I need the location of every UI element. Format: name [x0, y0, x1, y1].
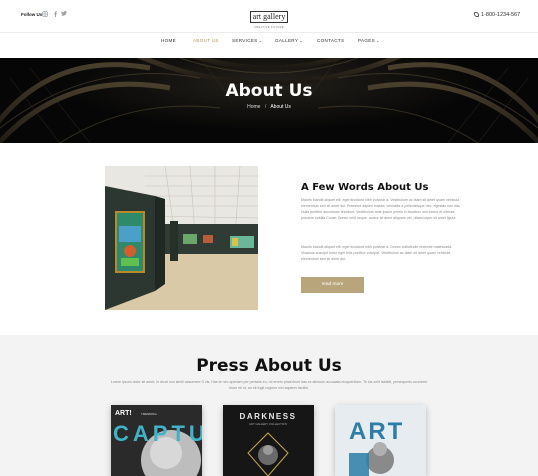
breadcrumb: Home / About Us — [0, 104, 538, 110]
phone-number[interactable]: 1-800-1234-567 — [474, 12, 520, 18]
cover-2-sub-label: ART GALLERY COLLECTION — [249, 422, 287, 426]
cover-1-big-text: CAPTUR — [113, 421, 202, 446]
nav-contacts[interactable]: CONTACTS — [317, 38, 344, 43]
breadcrumb-current: About Us — [270, 104, 291, 110]
section-title: A Few Words About Us — [301, 182, 429, 193]
press-title: Press About Us — [196, 356, 342, 376]
chevron-down-icon: ⌄ — [299, 38, 303, 43]
magazine-cover-2[interactable]: DARKNESS ART GALLERY COLLECTION — [223, 405, 314, 476]
nav-gallery[interactable]: GALLERY⌄ — [275, 38, 303, 43]
about-paragraph-1: Mauris blandit aliquet elit, eget tincid… — [301, 198, 461, 220]
instagram-icon[interactable] — [42, 11, 48, 19]
site-logo[interactable]: art gallery CREATIVE FUTURE — [249, 6, 289, 29]
page-title: About Us — [225, 81, 313, 101]
breadcrumb-separator: / — [264, 104, 267, 110]
cover-1-side-label: TRENDING — [141, 412, 157, 416]
chevron-down-icon: ⌄ — [258, 38, 263, 43]
magazine-cover-3[interactable]: ART — [335, 405, 426, 476]
nav-services[interactable]: SERVICES⌄ — [232, 38, 262, 43]
nav-home[interactable]: HOME — [161, 38, 176, 43]
logo-text: art gallery — [249, 11, 289, 23]
press-description: Lorem ipsum dolor sit amet, In dicat non… — [110, 380, 428, 390]
top-bar: Follow Us art gallery CREATIVE FUTURE 1-… — [0, 0, 538, 32]
breadcrumb-home[interactable]: Home — [247, 104, 260, 110]
phone-icon — [474, 12, 479, 17]
cover-3-big-text: ART — [349, 418, 404, 445]
cover-2-top-label: DARKNESS — [240, 412, 297, 421]
magazine-cover-1[interactable]: ART! TRENDING CAPTUR — [111, 405, 202, 476]
divider — [0, 32, 538, 33]
chevron-down-icon: ⌄ — [376, 38, 380, 43]
facebook-icon[interactable] — [53, 11, 58, 19]
follow-us-label: Follow Us — [21, 12, 43, 17]
nav-about-us[interactable]: ABOUT US — [193, 38, 219, 43]
cover-1-top-label: ART! — [115, 410, 132, 417]
main-nav: HOME ABOUT US SERVICES⌄ GALLERY⌄ CONTACT… — [0, 38, 538, 46]
about-paragraph-2: Mauris blandit aliquet elit, eget tincid… — [301, 245, 453, 261]
twitter-icon[interactable] — [61, 11, 67, 18]
logo-subtitle: CREATIVE FUTURE — [253, 26, 285, 29]
gallery-photo — [105, 166, 258, 310]
nav-pages[interactable]: PAGES⌄ — [358, 38, 380, 43]
read-more-button[interactable]: read more — [301, 277, 364, 293]
